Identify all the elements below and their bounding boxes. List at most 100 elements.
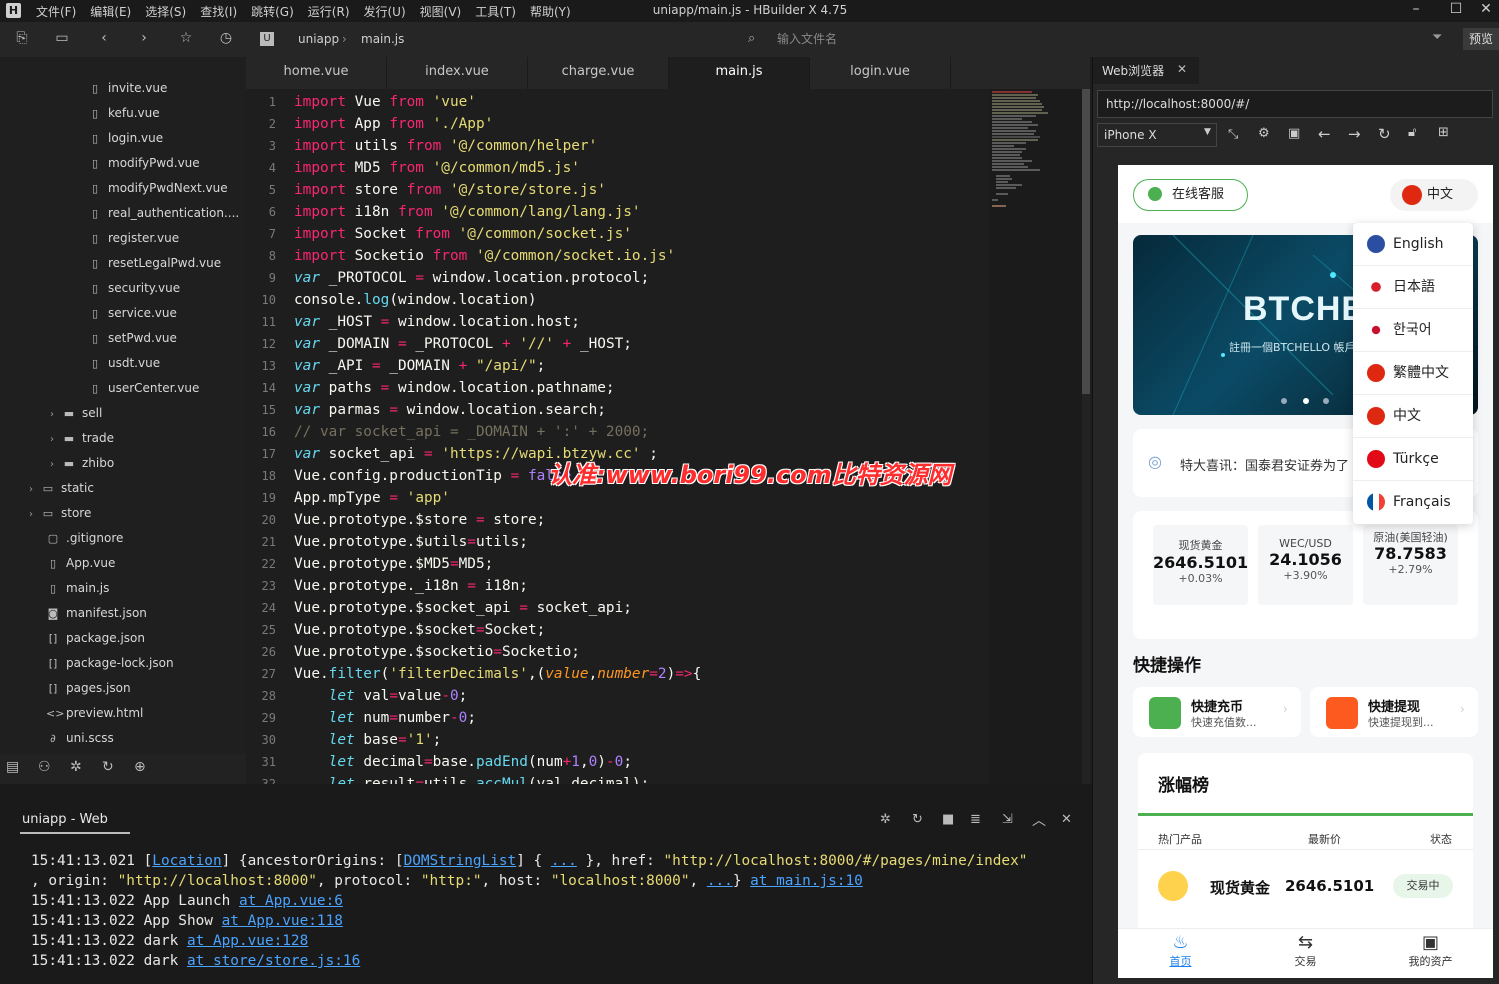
tree-item[interactable]: ▯ setPwd.vue bbox=[88, 326, 177, 351]
nav-home[interactable]: ♨ 首页 bbox=[1118, 928, 1243, 978]
tree-item[interactable]: ▢ .gitignore bbox=[46, 526, 124, 551]
tree-folder[interactable]: › ▬ zhibo bbox=[50, 451, 114, 476]
menu-tools[interactable]: 工具(T) bbox=[475, 3, 516, 20]
maximize-icon[interactable]: ☐ bbox=[1446, 1, 1466, 21]
quick-deposit-button[interactable]: 快捷充币 快速充值数... › bbox=[1133, 687, 1301, 737]
tree-item[interactable]: ▯ kefu.vue bbox=[88, 101, 160, 126]
tree-folder[interactable]: › ▬ sell bbox=[50, 401, 102, 426]
refresh-icon[interactable]: ↻ bbox=[1378, 125, 1391, 143]
language-option-turkish[interactable]: Türkçe bbox=[1353, 438, 1473, 481]
scrollbar-thumb[interactable] bbox=[1082, 89, 1090, 394]
tree-item[interactable]: ∂ uni.scss bbox=[46, 726, 114, 751]
run-icon[interactable]: ◷ bbox=[216, 30, 236, 48]
tree-item[interactable]: <> preview.html bbox=[46, 701, 143, 726]
stop-icon[interactable]: ■ bbox=[942, 812, 954, 827]
tab-login-vue[interactable]: login.vue bbox=[810, 57, 951, 89]
filter-icon[interactable]: ⏷ bbox=[1432, 30, 1442, 45]
tree-item[interactable]: ▯ modifyPwdNext.vue bbox=[88, 176, 228, 201]
chevron-right-icon[interactable]: › bbox=[50, 452, 62, 477]
tree-item[interactable]: ▯ App.vue bbox=[46, 551, 115, 576]
file-search-input[interactable]: 输入文件名 bbox=[745, 26, 1395, 52]
tree-item[interactable]: ▯ login.vue bbox=[88, 126, 163, 151]
breadcrumb-file[interactable]: main.js bbox=[361, 32, 404, 46]
minimap[interactable] bbox=[990, 89, 1090, 784]
grid-icon[interactable]: ⊞ bbox=[1438, 125, 1449, 140]
language-option-chinese[interactable]: 中文 bbox=[1353, 395, 1473, 438]
debug-icon[interactable]: ✲ bbox=[70, 759, 82, 775]
console-source-link[interactable]: at App.vue:128 bbox=[187, 933, 308, 949]
console-tab[interactable]: uniapp - Web bbox=[22, 812, 108, 827]
star-icon[interactable]: ☆ bbox=[176, 30, 196, 48]
menu-view[interactable]: 视图(V) bbox=[420, 3, 462, 20]
console-source-link[interactable]: at App.vue:6 bbox=[239, 893, 343, 909]
export-icon[interactable]: ⇲ bbox=[1002, 812, 1013, 827]
menu-publish[interactable]: 发行(U) bbox=[364, 3, 406, 20]
tree-item[interactable]: ▯ security.vue bbox=[88, 276, 180, 301]
carousel-dot-active[interactable] bbox=[1303, 398, 1309, 404]
tab-main-js[interactable]: main.js bbox=[669, 57, 810, 89]
tree-item[interactable]: [] package.json bbox=[46, 626, 145, 651]
menu-file[interactable]: 文件(F) bbox=[36, 3, 76, 20]
nav-assets[interactable]: ▣ 我的资产 bbox=[1368, 928, 1493, 978]
tab-charge-vue[interactable]: charge.vue bbox=[528, 57, 669, 89]
market-item[interactable]: WEC/USD 24.1056 +3.90% bbox=[1258, 525, 1353, 605]
save-icon[interactable]: ▭ bbox=[52, 30, 72, 48]
language-button[interactable]: 中文 bbox=[1390, 179, 1478, 211]
menu-help[interactable]: 帮助(Y) bbox=[530, 3, 571, 20]
console-link[interactable]: ... bbox=[707, 873, 733, 889]
close-icon[interactable]: ✕ bbox=[1476, 1, 1496, 21]
tree-item[interactable]: ▯ invite.vue bbox=[88, 76, 167, 101]
back-icon[interactable]: ‹ bbox=[94, 30, 114, 48]
chevron-right-icon[interactable]: › bbox=[50, 402, 62, 427]
arrow-right-icon[interactable]: → bbox=[1348, 125, 1361, 143]
tree-item[interactable]: ▯ userCenter.vue bbox=[88, 376, 199, 401]
tree-item[interactable]: [] pages.json bbox=[46, 676, 131, 701]
chevron-up-icon[interactable]: ︿ bbox=[1032, 810, 1046, 830]
menu-goto[interactable]: 跳转(G) bbox=[251, 3, 294, 20]
editor-scrollbar[interactable] bbox=[1082, 89, 1090, 784]
table-row[interactable]: 现货黄金 2646.5101 交易中 bbox=[1158, 869, 1458, 903]
tree-folder[interactable]: › ▭ static bbox=[29, 476, 94, 501]
nav-trade[interactable]: ⇆ 交易 bbox=[1243, 928, 1368, 978]
breadcrumb-project[interactable]: uniapp bbox=[298, 32, 339, 46]
tree-item[interactable]: ▯ service.vue bbox=[88, 301, 177, 326]
language-option-japanese[interactable]: 日本語 bbox=[1353, 266, 1473, 309]
arrow-left-icon[interactable]: ← bbox=[1318, 125, 1331, 143]
tree-folder[interactable]: › ▭ store bbox=[29, 501, 91, 526]
minimize-icon[interactable]: – bbox=[1406, 1, 1426, 21]
tree-item[interactable]: [] package-lock.json bbox=[46, 651, 174, 676]
forward-icon[interactable]: › bbox=[134, 30, 154, 48]
tree-folder[interactable]: › ▬ trade bbox=[50, 426, 114, 451]
online-service-button[interactable]: 在线客服 bbox=[1133, 179, 1248, 211]
console-source-link[interactable]: at store/store.js:16 bbox=[187, 953, 360, 969]
chevron-right-icon[interactable]: › bbox=[29, 502, 41, 527]
tree-item[interactable]: ▯ resetLegalPwd.vue bbox=[88, 251, 221, 276]
explorer-icon[interactable]: ▤ bbox=[6, 759, 19, 775]
settings-icon[interactable]: ⚙ bbox=[1258, 126, 1270, 141]
menu-run[interactable]: 运行(R) bbox=[308, 3, 350, 20]
tree-item[interactable]: ▯ usdt.vue bbox=[88, 351, 160, 376]
device-select[interactable]: iPhone X bbox=[1097, 123, 1217, 147]
market-item[interactable]: 现货黄金 2646.5101 +0.03% bbox=[1153, 525, 1248, 605]
close-panel-icon[interactable]: ✕ bbox=[1061, 812, 1072, 827]
url-input[interactable]: http://localhost:8000/#/ bbox=[1097, 90, 1493, 118]
debug-console-icon[interactable]: ✲ bbox=[880, 812, 891, 827]
market-item[interactable]: 原油(美国轻油) 78.7583 +2.79% bbox=[1363, 525, 1458, 605]
quick-withdraw-button[interactable]: 快捷提现 快速提现到... › bbox=[1310, 687, 1478, 737]
tree-item[interactable]: ◙ manifest.json bbox=[46, 601, 147, 626]
preview-button[interactable]: 预览 bbox=[1463, 28, 1499, 50]
new-file-icon[interactable]: ⎘ bbox=[12, 30, 32, 48]
tree-item[interactable]: ▯ main.js bbox=[46, 576, 109, 601]
restart-icon[interactable]: ↻ bbox=[912, 812, 923, 827]
console-link[interactable]: Location bbox=[152, 853, 221, 869]
clear-console-icon[interactable]: ≣ bbox=[970, 812, 981, 827]
tree-item[interactable]: ▯ real_authentication.... bbox=[88, 201, 239, 226]
language-option-korean[interactable]: 한국어 bbox=[1353, 309, 1473, 352]
chevron-right-icon[interactable]: › bbox=[50, 427, 62, 452]
devtools-icon[interactable]: ▣ bbox=[1288, 126, 1300, 141]
console-source-link[interactable]: at App.vue:118 bbox=[222, 913, 343, 929]
plugin-icon[interactable]: ⊕ bbox=[134, 759, 146, 775]
language-option-traditional-chinese[interactable]: 繁體中文 bbox=[1353, 352, 1473, 395]
console-link[interactable]: DOMStringList bbox=[404, 853, 517, 869]
chevron-right-icon[interactable]: › bbox=[29, 477, 41, 502]
